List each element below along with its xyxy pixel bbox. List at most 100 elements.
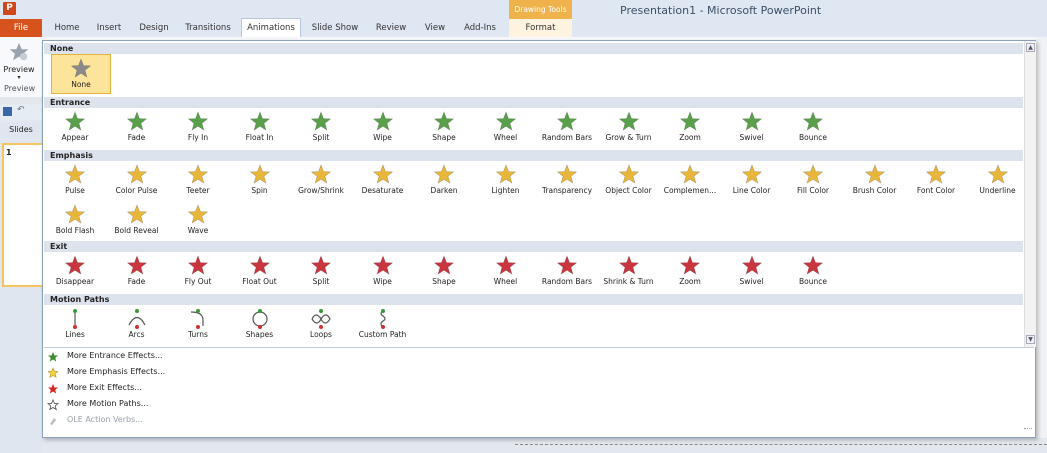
- emphasis-effect-fill-color[interactable]: Fill Color: [783, 161, 843, 201]
- effect-label: Custom Path: [358, 330, 407, 339]
- effect-label: Shape: [432, 277, 456, 286]
- emphasis-effect-line-color[interactable]: Line Color: [722, 161, 782, 201]
- tab-home[interactable]: Home: [50, 19, 84, 37]
- effect-label: Disappear: [55, 277, 95, 286]
- preview-star-icon: [9, 42, 29, 61]
- entrance-effect-swivel[interactable]: Swivel: [722, 108, 782, 148]
- more-emphasis-effects-item[interactable]: More Emphasis Effects...: [47, 364, 347, 380]
- emphasis-effect-object-color[interactable]: Object Color: [599, 161, 659, 201]
- tab-slides-pane[interactable]: Slides: [0, 122, 42, 138]
- scroll-down-arrow-icon[interactable]: ▼: [1026, 335, 1035, 344]
- emphasis-effect-lighten[interactable]: Lighten: [476, 161, 536, 201]
- none-effect-none[interactable]: None: [51, 54, 111, 94]
- resize-grip[interactable]: [1024, 428, 1032, 435]
- emphasis-effect-transparency[interactable]: Transparency: [537, 161, 597, 201]
- tab-add-ins[interactable]: Add-Ins: [459, 19, 501, 37]
- emphasis-effect-bold-reveal[interactable]: Bold Reveal: [107, 201, 167, 241]
- entrance-effect-fly-in[interactable]: Fly In: [168, 108, 228, 148]
- tab-view[interactable]: View: [420, 19, 450, 37]
- entrance-star-icon: [556, 111, 578, 131]
- exit-effect-zoom[interactable]: Zoom: [660, 252, 720, 292]
- slide-thumbnail[interactable]: [2, 143, 46, 287]
- entrance-effect-wheel[interactable]: Wheel: [476, 108, 536, 148]
- tab-animations[interactable]: Animations: [241, 18, 301, 38]
- emphasis-effect-spin[interactable]: Spin: [230, 161, 290, 201]
- save-icon[interactable]: [3, 107, 12, 116]
- quick-access-toolbar: ↶: [0, 104, 42, 120]
- motion-effect-loops[interactable]: Loops: [291, 305, 351, 345]
- emphasis-effect-wave[interactable]: Wave: [168, 201, 228, 241]
- tab-review[interactable]: Review: [372, 19, 410, 37]
- entrance-effect-bounce[interactable]: Bounce: [783, 108, 843, 148]
- tab-insert[interactable]: Insert: [90, 19, 128, 37]
- exit-effect-swivel[interactable]: Swivel: [722, 252, 782, 292]
- entrance-effect-appear[interactable]: Appear: [45, 108, 105, 148]
- entrance-effect-wipe[interactable]: Wipe: [353, 108, 413, 148]
- effect-label: Spin: [251, 186, 268, 195]
- exit-effect-shape[interactable]: Shape: [414, 252, 474, 292]
- effect-label: Swivel: [739, 133, 764, 142]
- exit-star-icon: [618, 255, 639, 275]
- emphasis-star-icon: [47, 367, 59, 379]
- emphasis-star-icon: [679, 164, 701, 184]
- exit-effect-float-out[interactable]: Float Out: [230, 252, 290, 292]
- emphasis-effect-grow-shrink[interactable]: Grow/Shrink: [291, 161, 351, 201]
- tab-slide-show[interactable]: Slide Show: [308, 19, 362, 37]
- exit-effect-random-bars[interactable]: Random Bars: [537, 252, 597, 292]
- ole-verbs-icon: [50, 418, 56, 425]
- more-exit-effects-item[interactable]: More Exit Effects...: [47, 380, 347, 396]
- entrance-effect-random-bars[interactable]: Random Bars: [537, 108, 597, 148]
- emphasis-effect-pulse[interactable]: Pulse: [45, 161, 105, 201]
- exit-effect-split[interactable]: Split: [291, 252, 351, 292]
- scroll-up-arrow-icon[interactable]: ▲: [1026, 43, 1035, 52]
- emphasis-effect-font-color[interactable]: Font Color: [906, 161, 966, 201]
- emphasis-star-icon: [126, 204, 147, 224]
- motion-effect-arcs[interactable]: Arcs: [107, 305, 167, 345]
- more-entrance-effects-item[interactable]: More Entrance Effects...: [47, 348, 347, 364]
- exit-effect-shrink-turn[interactable]: Shrink & Turn: [599, 252, 659, 292]
- entrance-effect-zoom[interactable]: Zoom: [660, 108, 720, 148]
- exit-effect-fade[interactable]: Fade: [107, 252, 167, 292]
- exit-star-icon: [64, 255, 86, 275]
- exit-effect-wheel[interactable]: Wheel: [476, 252, 536, 292]
- entrance-star-icon: [433, 111, 455, 131]
- motion-effect-shapes[interactable]: Shapes: [230, 305, 290, 345]
- exit-star-icon: [741, 255, 762, 275]
- motion-effect-custom-path[interactable]: Custom Path: [353, 305, 413, 345]
- tab-design[interactable]: Design: [134, 19, 174, 37]
- emphasis-effect-darken[interactable]: Darken: [414, 161, 474, 201]
- emphasis-effect-bold-flash[interactable]: Bold Flash: [45, 201, 105, 241]
- exit-effect-disappear[interactable]: Disappear: [45, 252, 105, 292]
- effect-label: Wheel: [493, 277, 518, 286]
- emphasis-effect-brush-color[interactable]: Brush Color: [845, 161, 905, 201]
- motion-effect-lines[interactable]: Lines: [45, 305, 105, 345]
- entrance-star-icon: [48, 352, 58, 362]
- more-motion-paths-item[interactable]: More Motion Paths...: [47, 396, 347, 412]
- entrance-effect-float-in[interactable]: Float In: [230, 108, 290, 148]
- undo-icon[interactable]: ↶: [17, 105, 25, 115]
- emphasis-effect-desaturate[interactable]: Desaturate: [353, 161, 413, 201]
- window-title: Presentation1 - Microsoft PowerPoint: [620, 4, 822, 17]
- effect-label: Bold Reveal: [114, 226, 159, 235]
- entrance-effect-fade[interactable]: Fade: [107, 108, 167, 148]
- exit-effect-wipe[interactable]: Wipe: [353, 252, 413, 292]
- tab-format[interactable]: Format: [509, 19, 572, 37]
- motion-effect-turns[interactable]: Turns: [168, 305, 228, 345]
- emphasis-effect-color-pulse[interactable]: Color Pulse: [107, 161, 167, 201]
- emphasis-effect-underline[interactable]: Underline: [968, 161, 1028, 201]
- powerpoint-app-icon[interactable]: P: [3, 2, 16, 15]
- effect-label: Fade: [127, 133, 146, 142]
- tab-file[interactable]: File: [0, 19, 42, 37]
- exit-effect-fly-out[interactable]: Fly Out: [168, 252, 228, 292]
- entrance-effect-split[interactable]: Split: [291, 108, 351, 148]
- entrance-effect-grow-turn[interactable]: Grow & Turn: [599, 108, 659, 148]
- emphasis-effect-teeter[interactable]: Teeter: [168, 161, 228, 201]
- emphasis-effect-complemen[interactable]: Complemen...: [660, 161, 720, 201]
- entrance-effect-shape[interactable]: Shape: [414, 108, 474, 148]
- gallery-scrollbar[interactable]: ▲ ▼: [1024, 41, 1036, 347]
- preview-button-label: Preview: [3, 65, 35, 74]
- tab-transitions[interactable]: Transitions: [182, 19, 234, 37]
- emphasis-star-icon: [618, 164, 639, 184]
- exit-effect-bounce[interactable]: Bounce: [783, 252, 843, 292]
- effect-label: Wave: [187, 226, 209, 235]
